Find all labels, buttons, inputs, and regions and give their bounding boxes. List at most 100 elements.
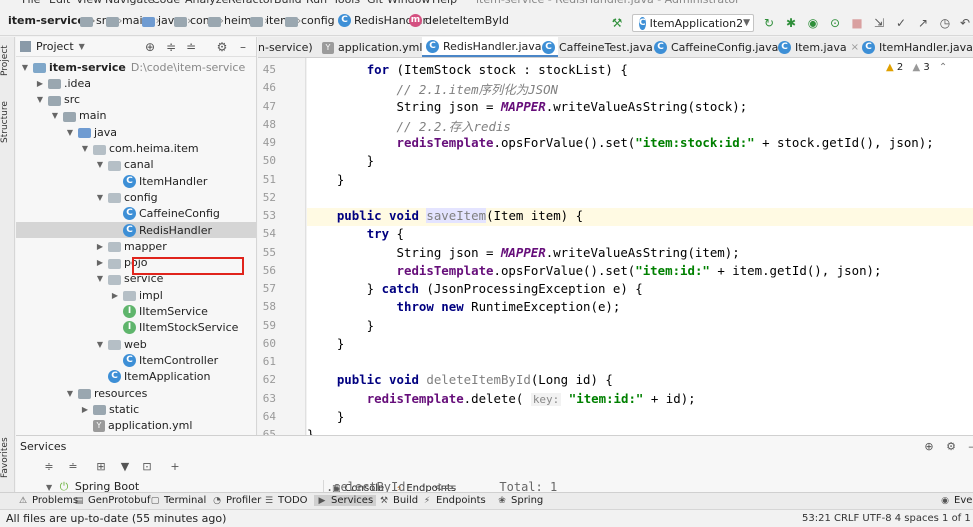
chevron-right-icon[interactable]: ▶: [35, 79, 45, 88]
tool-tab-endpoints[interactable]: ⚡ Endpoints: [422, 495, 486, 506]
tree-item[interactable]: ▶ impl: [16, 287, 256, 303]
locate-target-icon[interactable]: ⊕: [143, 40, 157, 54]
structure-tool-tab[interactable]: Structure: [0, 97, 15, 147]
tree-item-path: D:\code\item-service: [130, 60, 246, 74]
class-icon: C: [123, 223, 136, 237]
folder-icon: [63, 111, 76, 122]
tree-item[interactable]: ▼ main: [16, 108, 256, 124]
tool-tab-terminal[interactable]: ▢ Terminal: [150, 495, 207, 506]
debug-icon[interactable]: ✱: [784, 16, 798, 30]
hide-panel-icon[interactable]: –: [236, 40, 250, 54]
chevron-down-icon[interactable]: ▼: [35, 95, 45, 104]
chevron-right-icon[interactable]: ▶: [95, 258, 105, 267]
tree-item[interactable]: Yapplication.yml: [16, 418, 256, 434]
breadcrumb-item[interactable]: config›: [285, 14, 345, 27]
tool-tab-build[interactable]: ⚒ Build: [379, 495, 418, 506]
tree-item-label: ItemApplication: [124, 370, 211, 384]
line-number: 63: [262, 391, 276, 405]
tree-item[interactable]: C ItemController: [16, 352, 256, 368]
chevron-down-icon[interactable]: ▼: [80, 144, 90, 153]
run-configuration-select[interactable]: C ItemApplication2 ▼: [632, 14, 754, 32]
tree-item-label: web: [124, 337, 147, 351]
expand-all-icon[interactable]: ≑: [42, 460, 56, 474]
tree-item[interactable]: ▶ static: [16, 401, 256, 417]
filter-icon[interactable]: ▼: [118, 460, 132, 474]
tree-item[interactable]: C ItemApplication: [16, 369, 256, 385]
tool-tab-problems[interactable]: ⚠ Problems: [18, 495, 78, 506]
chevron-down-icon[interactable]: ▼: [50, 111, 60, 120]
tree-item[interactable]: ▶ mapper: [16, 238, 256, 254]
editor-tab[interactable]: C Item.java ×: [774, 37, 863, 57]
hide-panel-icon[interactable]: –: [964, 440, 973, 454]
gear-icon[interactable]: ⚙: [215, 40, 229, 54]
target-icon[interactable]: ⊕: [922, 440, 936, 454]
tool-tab-event-log[interactable]: ◉ Event Log: [940, 495, 973, 506]
profile-icon[interactable]: ⊙: [828, 16, 842, 30]
add-service-icon[interactable]: +: [168, 460, 182, 474]
tree-item[interactable]: C CaffeineConfig: [16, 206, 256, 222]
editor-tab[interactable]: Yapplication.yml×: [318, 37, 439, 57]
editor-tab[interactable]: CItemHandler.java×: [858, 37, 973, 57]
group-by-icon[interactable]: ⊞: [94, 460, 108, 474]
tool-tab-todo[interactable]: ☰ TODO: [264, 495, 308, 506]
chevron-down-icon[interactable]: ▼: [20, 63, 30, 72]
collapse-all-icon[interactable]: ≐: [66, 460, 80, 474]
chevron-down-icon[interactable]: ▼: [95, 160, 105, 169]
tool-tab-services[interactable]: ▶ Services: [314, 495, 377, 506]
chevron-right-icon[interactable]: ▶: [110, 291, 120, 300]
tree-item[interactable]: C RedisHandler: [16, 222, 256, 238]
history-icon[interactable]: ◷: [938, 16, 952, 30]
tree-item[interactable]: I IItemService: [16, 304, 256, 320]
tree-item[interactable]: I IItemStockService: [16, 320, 256, 336]
tree-item[interactable]: ▶ .idea: [16, 75, 256, 91]
chevron-down-icon[interactable]: ▼: [65, 389, 75, 398]
code-line: public void deleteItemById(Long id) {: [336, 372, 613, 388]
hammer-build-icon[interactable]: ⚒: [610, 16, 624, 30]
tool-tab-spring[interactable]: ❀ Spring: [497, 495, 543, 506]
tree-item[interactable]: ▼ config: [16, 189, 256, 205]
rerun-icon[interactable]: ↻: [762, 16, 776, 30]
tool-tab-profiler[interactable]: ◔ Profiler: [212, 495, 261, 506]
new-tab-icon[interactable]: ⊡: [140, 460, 154, 474]
gear-icon[interactable]: ⚙: [944, 440, 958, 454]
favorites-tool-tab[interactable]: Favorites: [0, 435, 15, 481]
expand-all-icon[interactable]: ≑: [164, 40, 178, 54]
coverage-icon[interactable]: ◉: [806, 16, 820, 30]
tree-item[interactable]: ▼ src: [16, 92, 256, 108]
project-tool-tab[interactable]: Project: [0, 41, 15, 81]
chevron-up-icon[interactable]: ⌃: [939, 62, 947, 73]
chevron-down-icon[interactable]: ▼: [95, 274, 105, 283]
tool-tab-genprotobuf[interactable]: ▤ GenProtobuf: [74, 495, 151, 506]
inspection-widget[interactable]: ▲ 2 ▲ 3 ⌃: [886, 62, 947, 73]
editor-tab[interactable]: n-service): [258, 37, 317, 57]
chevron-right-icon[interactable]: ▶: [95, 242, 105, 251]
stop-icon[interactable]: ■: [850, 16, 864, 30]
tool-tab-icon: ⚡: [423, 495, 431, 506]
code-editor[interactable]: for (ItemStock stock : stockList) { // 2…: [307, 58, 973, 435]
tree-item[interactable]: ▼ com.heima.item: [16, 141, 256, 157]
collapse-all-icon[interactable]: ≐: [184, 40, 198, 54]
warning-icon: ▲: [886, 62, 894, 73]
chevron-down-icon[interactable]: ▼: [95, 193, 105, 202]
editor-tab-label: RedisHandler.java: [443, 39, 542, 53]
tree-item[interactable]: ▼ web: [16, 336, 256, 352]
git-update-icon[interactable]: ⇲: [872, 16, 886, 30]
git-commit-icon[interactable]: ✓: [894, 16, 908, 30]
tree-item[interactable]: C ItemHandler: [16, 173, 256, 189]
project-panel-title[interactable]: Project: [36, 40, 74, 53]
undo-icon[interactable]: ↶: [958, 16, 972, 30]
tool-tab-icon: ❀: [498, 495, 506, 506]
git-push-icon[interactable]: ↗: [916, 16, 930, 30]
tree-item[interactable]: ▼ canal: [16, 157, 256, 173]
chevron-down-icon[interactable]: ▼: [95, 340, 105, 349]
breadcrumb-item[interactable]: m deleteItemById: [409, 14, 509, 27]
chevron-right-icon[interactable]: ▶: [80, 405, 90, 414]
chevron-down-icon[interactable]: ▼: [79, 42, 85, 51]
chevron-down-icon[interactable]: ▼: [46, 483, 52, 492]
tree-item[interactable]: ▼ java: [16, 124, 256, 140]
tree-item[interactable]: ▼ resources: [16, 385, 256, 401]
tree-item-label: main: [79, 109, 107, 123]
chevron-down-icon[interactable]: ▼: [65, 128, 75, 137]
folder-icon: [93, 405, 106, 416]
tree-item[interactable]: ▼ item-service D:\code\item-service: [16, 59, 256, 75]
